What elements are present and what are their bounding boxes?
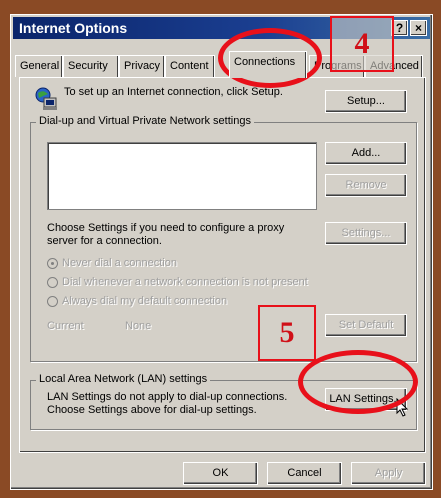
- radio-dial-whenever[interactable]: [47, 277, 58, 288]
- setup-button[interactable]: Setup...: [325, 90, 407, 113]
- internet-options-window: Internet Options ? × General Security Pr…: [10, 14, 433, 490]
- dialup-group-label: Dial-up and Virtual Private Network sett…: [36, 115, 254, 127]
- remove-button[interactable]: Remove: [325, 174, 407, 197]
- proxy-text: Choose Settings if you need to configure…: [47, 222, 285, 247]
- cancel-button[interactable]: Cancel: [267, 462, 342, 485]
- tab-privacy[interactable]: Privacy: [119, 55, 165, 77]
- close-button[interactable]: ×: [410, 20, 427, 36]
- lan-settings-highlight-ring: [298, 350, 418, 414]
- step-5-label: 5: [258, 305, 316, 361]
- radio-always-dial[interactable]: [47, 296, 58, 307]
- current-value: None: [125, 320, 152, 332]
- tab-content[interactable]: Content: [165, 55, 215, 77]
- settings-button[interactable]: Settings...: [325, 222, 407, 245]
- tab-connections[interactable]: Connections: [229, 51, 307, 78]
- radio-never-dial-label: Never dial a connection: [62, 257, 177, 269]
- network-globe-icon: [35, 87, 57, 110]
- lan-group-label: Local Area Network (LAN) settings: [36, 373, 211, 385]
- window-title: Internet Options: [19, 20, 128, 36]
- setup-text: To set up an Internet connection, click …: [64, 86, 283, 98]
- radio-never-dial[interactable]: [47, 258, 58, 269]
- radio-dial-whenever-label: Dial whenever a network connection is no…: [62, 276, 308, 288]
- radio-always-dial-label: Always dial my default connection: [62, 295, 228, 307]
- ok-button[interactable]: OK: [183, 462, 258, 485]
- add-button[interactable]: Add...: [325, 142, 407, 165]
- tab-general[interactable]: General: [15, 55, 63, 77]
- connections-list[interactable]: [47, 142, 317, 210]
- apply-button[interactable]: Apply: [351, 462, 426, 485]
- tab-security[interactable]: Security: [63, 55, 119, 77]
- lan-text: LAN Settings do not apply to dial-up con…: [47, 391, 288, 416]
- set-default-button[interactable]: Set Default: [325, 314, 407, 337]
- step-4-label: 4: [330, 16, 394, 72]
- current-label: Current: [47, 320, 84, 332]
